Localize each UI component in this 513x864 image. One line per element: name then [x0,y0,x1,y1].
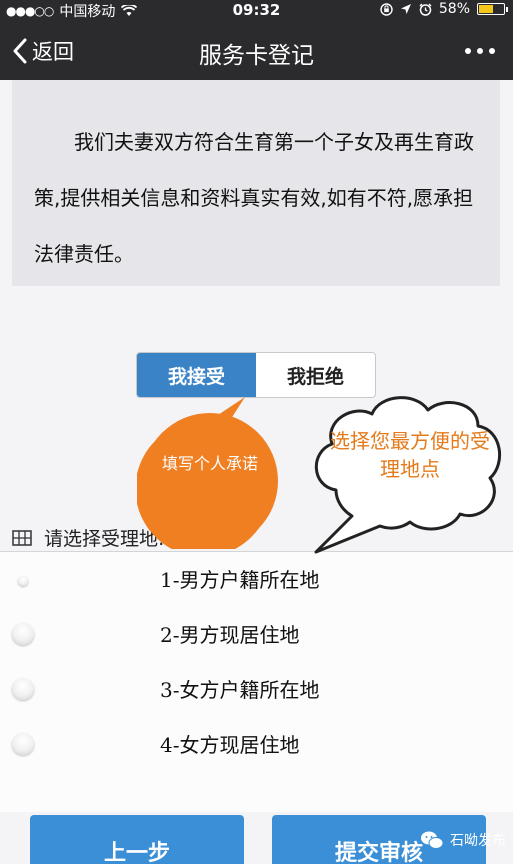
location-option-1[interactable]: 1-男方户籍所在地 [0,558,513,598]
page-title: 服务卡登记 [199,43,314,69]
option-label: 4-女方现居住地 [160,733,300,757]
watermark-text: 石呦发布 [450,833,506,849]
radio-icon[interactable] [18,576,28,586]
watermark-logo-icon [421,831,444,849]
status-bar: ●●●○○ 中国移动 09:32 58% [0,0,513,20]
nav-bar: 返回 服务卡登记 [0,20,513,80]
location-arrow-icon [400,4,411,14]
radio-icon[interactable] [12,678,34,700]
watermark: 石呦发布 [420,828,506,852]
battery-icon [477,3,508,15]
battery-percentage: 58% [438,1,470,17]
option-label: 3-女方户籍所在地 [160,678,320,702]
radio-icon[interactable] [12,623,34,645]
grid-icon [12,529,32,546]
option-label: 2-男方现居住地 [160,623,300,647]
location-option-2[interactable]: 2-男方现居住地 [0,613,513,653]
commitment-text: 我们夫妻双方符合生育第一个子女及再生育政策,提供相关信息和资料真实有效,如有不符… [34,130,474,266]
commitment-notice: 我们夫妻双方符合生育第一个子女及再生育政策,提供相关信息和资料真实有效,如有不符… [12,80,500,286]
location-option-3[interactable]: 3-女方户籍所在地 [0,668,513,708]
option-label: 1-男方户籍所在地 [160,568,320,592]
radio-icon[interactable] [12,733,34,755]
lock-rotation-icon [380,2,393,16]
annotation-left-text: 填写个人承诺 [161,454,258,473]
more-dots-icon[interactable] [465,48,495,54]
accept-button[interactable]: 我接受 [137,353,256,397]
annotation-right-text: 选择您最方便的受理地点 [330,429,490,481]
alarm-icon [419,3,432,16]
location-option-4[interactable]: 4-女方现居住地 [0,723,513,763]
previous-step-button[interactable]: 上一步 [30,815,244,864]
